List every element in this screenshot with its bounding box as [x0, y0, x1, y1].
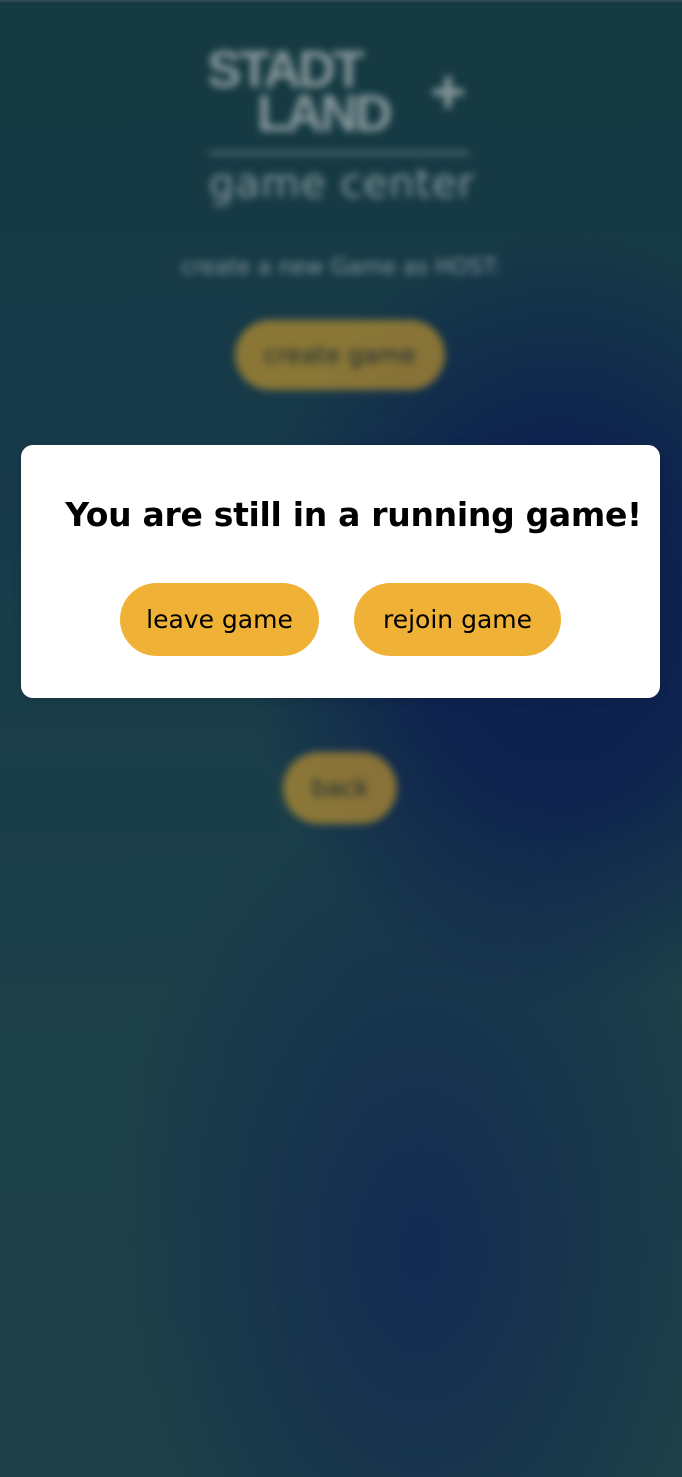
background-page: STADT LAND + game center create a new Ga…	[0, 0, 682, 1477]
logo-subtitle: game center	[209, 161, 475, 207]
create-game-button: create game	[235, 320, 445, 390]
host-hint-text: create a new Game as HOST:	[180, 255, 502, 280]
stadt-land-logo: STADT LAND + game center	[205, 40, 475, 220]
logo-land-text: LAND	[257, 85, 392, 143]
logo-plus-icon: +	[430, 58, 467, 127]
dialog-title: You are still in a running game!	[65, 495, 642, 534]
logo-divider	[209, 152, 469, 154]
leave-game-button[interactable]: leave game	[120, 583, 319, 656]
rejoin-game-button[interactable]: rejoin game	[354, 583, 561, 656]
running-game-dialog: You are still in a running game! leave g…	[21, 445, 660, 698]
back-button: back	[283, 752, 397, 824]
